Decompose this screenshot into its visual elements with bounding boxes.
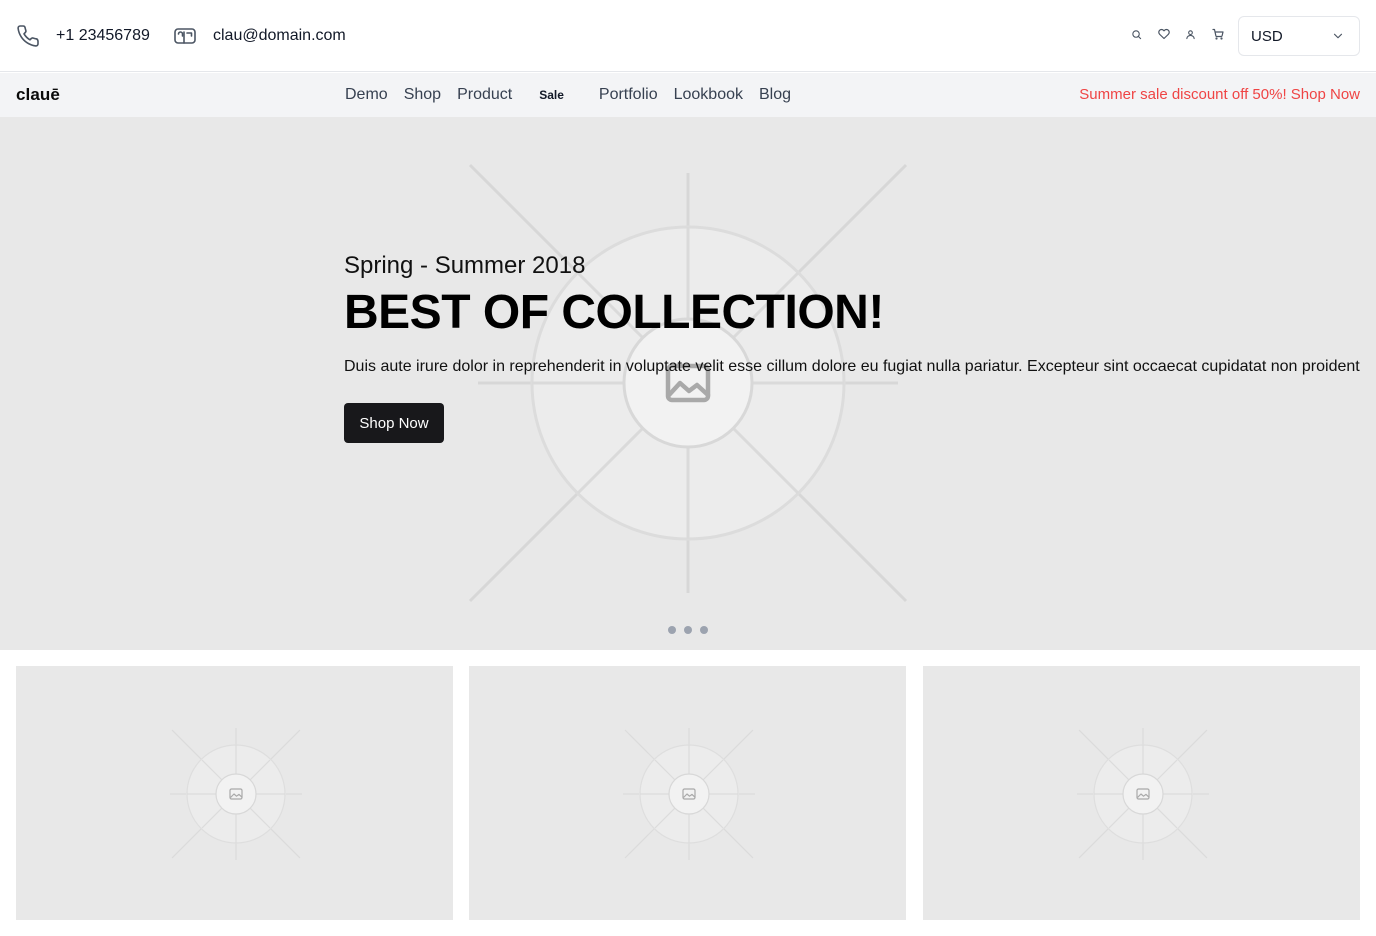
currency-value: USD (1251, 27, 1283, 45)
cart-button[interactable] (1204, 23, 1231, 50)
heart-icon (1157, 27, 1170, 45)
main-navigation: clauē Demo Shop Product Sale Portfolio … (0, 73, 1376, 117)
hero-subtitle: Spring - Summer 2018 (344, 252, 586, 279)
slide-dot-3[interactable] (700, 626, 708, 634)
hero-content: Spring - Summer 2018 BEST OF COLLECTION!… (344, 251, 1374, 443)
email-address: clau@domain.com (213, 27, 346, 44)
nav-link-product[interactable]: Product (449, 73, 520, 117)
mail-icon (173, 24, 197, 48)
nav-link-portfolio[interactable]: Portfolio (591, 73, 666, 117)
image-placeholder-icon (623, 728, 755, 860)
phone-number: +1 23456789 (56, 27, 150, 44)
wishlist-button[interactable] (1150, 23, 1177, 50)
cart-icon (1211, 27, 1224, 45)
slider-pagination (668, 626, 716, 634)
shop-now-button[interactable]: Shop Now (344, 403, 444, 443)
promo-banner-link[interactable]: Summer sale discount off 50%! Shop Now (1079, 73, 1360, 117)
hero-slider: Spring - Summer 2018 BEST OF COLLECTION!… (0, 117, 1376, 650)
nav-links: Demo Shop Product Sale Portfolio Lookboo… (337, 73, 799, 117)
chevron-down-icon (1331, 28, 1347, 44)
header-actions (1123, 0, 1231, 72)
hero-description: Duis aute irure dolor in reprehenderit i… (344, 358, 1360, 375)
search-icon (1131, 27, 1142, 45)
phone-contact[interactable]: +1 23456789 (16, 0, 150, 72)
nav-link-blog[interactable]: Blog (751, 73, 799, 117)
collection-card-2[interactable] (469, 666, 906, 920)
brand-logo[interactable]: clauē (16, 73, 60, 117)
top-bar: +1 23456789 clau@domain.com USD (0, 0, 1376, 72)
currency-select[interactable]: USD (1238, 16, 1360, 56)
nav-link-sale[interactable]: Sale (520, 73, 591, 117)
phone-icon (16, 24, 40, 48)
image-placeholder-icon (170, 728, 302, 860)
nav-link-shop[interactable]: Shop (396, 73, 449, 117)
email-contact[interactable]: clau@domain.com (173, 0, 346, 72)
slide-dot-1[interactable] (668, 626, 676, 634)
hero-title: BEST OF COLLECTION! (344, 286, 884, 339)
search-button[interactable] (1123, 23, 1150, 50)
user-icon (1185, 27, 1196, 45)
nav-link-demo[interactable]: Demo (337, 73, 396, 117)
slide-dot-2[interactable] (684, 626, 692, 634)
image-placeholder-icon (1077, 728, 1209, 860)
nav-link-lookbook[interactable]: Lookbook (666, 73, 751, 117)
account-button[interactable] (1177, 23, 1204, 50)
collection-card-3[interactable] (923, 666, 1360, 920)
collection-card-1[interactable] (16, 666, 453, 920)
